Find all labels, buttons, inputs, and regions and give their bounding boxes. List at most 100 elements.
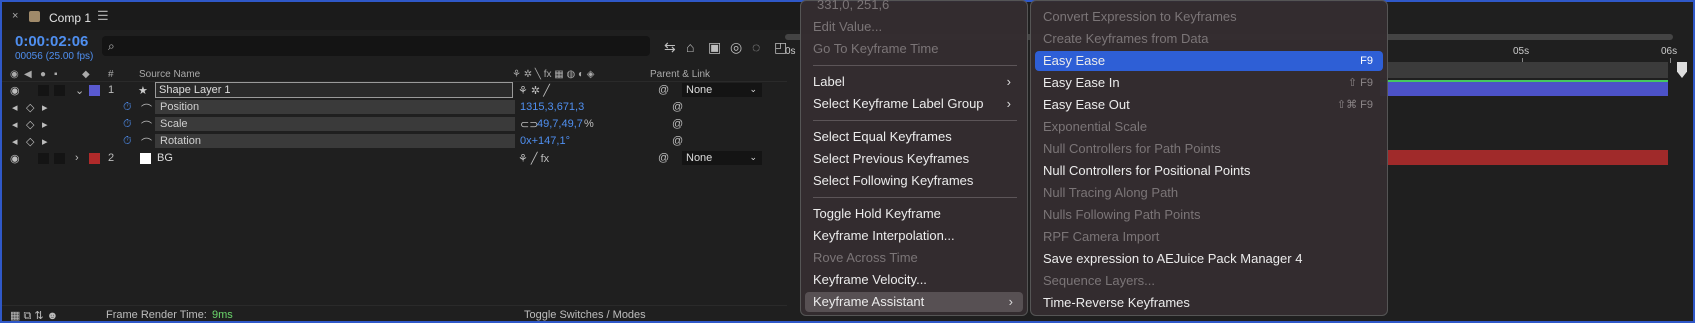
menu-item-time-reverse-keyframes[interactable]: Time-Reverse Keyframes <box>1043 293 1190 313</box>
layer-header: ◉ ◀ ● ▪ ◆ # Source Name ⚘ ✲ ╲ fx ▦ ◍ ◐ ◈… <box>2 66 787 82</box>
prev-keyframe-icon[interactable]: ◂ <box>12 101 18 114</box>
menu-item-save-expression-aejuice[interactable]: Save expression to AEJuice Pack Manager … <box>1043 249 1302 269</box>
property-row-position[interactable]: ◂ ◇ ▸ ⏱ ⌒ Position 1315,3,671,3 @ <box>2 99 787 117</box>
close-icon[interactable]: × <box>12 10 18 22</box>
menu-item-edit-value: Edit Value... <box>813 19 883 34</box>
pickwhip-icon[interactable]: @ <box>672 135 683 147</box>
shortcut: F9 <box>1360 55 1373 67</box>
add-keyframe-icon[interactable]: ◇ <box>26 101 34 114</box>
menu-item-value: 331,0, 251,6 <box>817 0 890 12</box>
layer-name[interactable]: Shape Layer 1 <box>155 82 513 98</box>
property-value[interactable]: 0x+147,1° <box>520 135 570 147</box>
layer-search-input[interactable] <box>102 36 650 56</box>
menu-item-select-previous-keyframes[interactable]: Select Previous Keyframes <box>813 149 969 169</box>
property-value[interactable]: 1315,3,671,3 <box>520 101 584 113</box>
prev-keyframe-icon[interactable]: ◂ <box>12 118 18 131</box>
menu-item-select-following-keyframes[interactable]: Select Following Keyframes <box>813 171 973 191</box>
toggle-switches-modes[interactable]: Toggle Switches / Modes <box>524 309 646 321</box>
menu-item-sequence-layers: Sequence Layers... <box>1043 273 1156 288</box>
menu-item-easy-ease-in[interactable]: Easy Ease In ⇧ F9 <box>1043 73 1383 93</box>
property-unit: % <box>584 118 594 130</box>
graph-icon[interactable]: ⌒ <box>141 118 152 134</box>
property-row-rotation[interactable]: ◂ ◇ ▸ ⏱ ⌒ Rotation 0x+147,1° @ <box>2 133 787 151</box>
menu-item-easy-ease[interactable]: Easy Ease F9 <box>1035 51 1383 71</box>
label-color-swatch[interactable] <box>89 85 100 96</box>
menu-item-select-equal-keyframes[interactable]: Select Equal Keyframes <box>813 127 952 147</box>
solid-swatch-icon <box>140 153 151 164</box>
add-keyframe-icon[interactable]: ◇ <box>26 118 34 131</box>
layer-switches[interactable]: ⚘ ╱ fx <box>518 152 549 165</box>
menu-item-null-controllers-positional[interactable]: Null Controllers for Positional Points <box>1043 161 1250 181</box>
lock-toggle[interactable] <box>54 85 65 96</box>
pickwhip-icon[interactable]: @ <box>658 152 669 164</box>
keyframe-assistant-submenu: Convert Expression to Keyframes Create K… <box>1030 0 1388 316</box>
parent-dropdown[interactable]: None ⌄ <box>682 151 762 165</box>
comp-tab-title[interactable]: Comp 1 <box>49 11 91 25</box>
parent-link-header[interactable]: Parent & Link <box>650 69 710 80</box>
property-row-scale[interactable]: ◂ ◇ ▸ ⏱ ⌒ Scale ⊂⊃ 49,7,49,7 % @ <box>2 116 787 134</box>
hide-shy-layers-icon[interactable]: ▣ <box>708 39 721 56</box>
shape-layer-duration-bar[interactable] <box>1380 80 1668 96</box>
menu-item-keyframe-velocity[interactable]: Keyframe Velocity... <box>813 270 927 290</box>
frame-blending-icon[interactable]: ◎ <box>730 39 742 56</box>
solo-switch-icon[interactable]: ● <box>40 69 46 80</box>
eye-icon[interactable]: ◉ <box>10 152 20 165</box>
pickwhip-icon[interactable]: @ <box>672 118 683 130</box>
audio-toggle[interactable] <box>38 85 49 96</box>
menu-item-easy-ease-out[interactable]: Easy Ease Out ⇧⌘ F9 <box>1043 95 1383 115</box>
ruler-label: 05s <box>1513 46 1530 57</box>
switches-header-icons: ⚘ ✲ ╲ fx ▦ ◍ ◐ ◈ <box>512 69 595 80</box>
video-switch-icon[interactable]: ◉ <box>10 69 19 80</box>
layer-row[interactable]: ◉ › 2 BG ⚘ ╱ fx @ None ⌄ <box>2 150 787 166</box>
menu-item-toggle-hold-keyframe[interactable]: Toggle Hold Keyframe <box>813 204 941 224</box>
stopwatch-icon[interactable]: ⏱ <box>123 118 132 131</box>
lock-icon[interactable]: ▪ <box>54 69 58 80</box>
menu-item-select-keyframe-label-group[interactable]: Select Keyframe Label Group › <box>813 94 1021 114</box>
graph-icon[interactable]: ⌒ <box>141 101 152 117</box>
pickwhip-icon[interactable]: @ <box>672 101 683 113</box>
ruler-label: 0s <box>785 46 796 57</box>
add-keyframe-icon[interactable]: ◇ <box>26 135 34 148</box>
lock-toggle[interactable] <box>54 153 65 164</box>
current-time[interactable]: 0:00:02:06 <box>15 33 88 50</box>
parent-dropdown[interactable]: None ⌄ <box>682 83 762 97</box>
stopwatch-icon[interactable]: ⏱ <box>123 101 132 114</box>
next-keyframe-icon[interactable]: ▸ <box>42 118 48 131</box>
menu-item-keyframe-assistant[interactable]: Keyframe Assistant › <box>805 292 1023 312</box>
next-keyframe-icon[interactable]: ▸ <box>42 101 48 114</box>
property-value[interactable]: 49,7,49,7 <box>537 118 583 130</box>
audio-switch-icon[interactable]: ◀ <box>24 69 32 80</box>
render-time-value: 9ms <box>212 309 233 321</box>
graph-icon[interactable]: ⌒ <box>141 135 152 151</box>
label-color-swatch[interactable] <box>89 153 100 164</box>
chevron-right-icon: › <box>1008 294 1013 309</box>
motion-blur-icon[interactable]: ◌ <box>752 39 760 55</box>
status-bar: ▦ ⧉ ⇅ ☻ Frame Render Time: 9ms Toggle Sw… <box>2 305 787 323</box>
menu-item-label[interactable]: Label › <box>813 72 1021 92</box>
next-keyframe-icon[interactable]: ▸ <box>42 135 48 148</box>
menu-item-null-controllers-path: Null Controllers for Path Points <box>1043 141 1221 156</box>
stopwatch-icon[interactable]: ⏱ <box>123 135 132 148</box>
eye-icon[interactable]: ◉ <box>10 84 20 97</box>
bottom-toolbar-icons[interactable]: ▦ ⧉ ⇅ ☻ <box>10 309 58 323</box>
pickwhip-icon[interactable]: @ <box>658 84 669 96</box>
layer-switches[interactable]: ⚘ ✲ ╱ <box>518 84 550 97</box>
chevron-down-icon[interactable]: ⌄ <box>75 84 84 97</box>
constrain-proportions-icon[interactable]: ⊂⊃ <box>520 118 538 131</box>
menu-item-keyframe-interpolation[interactable]: Keyframe Interpolation... <box>813 226 955 246</box>
render-time-label: Frame Render Time: <box>106 309 207 321</box>
comp-mini-flowchart-icon[interactable]: ⇆ <box>664 39 676 56</box>
composition-icon <box>29 11 40 22</box>
layer-row[interactable]: ◉ ⌄ 1 ★ Shape Layer 1 ⚘ ✲ ╱ @ None ⌄ <box>2 82 787 98</box>
search-icon: ⌕ <box>108 39 115 53</box>
shape-layer-star-icon: ★ <box>138 85 148 97</box>
chevron-right-icon[interactable]: › <box>75 152 79 164</box>
property-name: Position <box>155 100 515 114</box>
layer-name[interactable]: BG <box>157 152 173 164</box>
panel-menu-icon[interactable]: ☰ <box>97 8 109 24</box>
draft-3d-icon[interactable]: ⌂ <box>686 39 694 55</box>
prev-keyframe-icon[interactable]: ◂ <box>12 135 18 148</box>
source-name-header[interactable]: Source Name <box>139 69 200 80</box>
audio-toggle[interactable] <box>38 153 49 164</box>
bg-layer-duration-bar[interactable] <box>1380 150 1668 165</box>
